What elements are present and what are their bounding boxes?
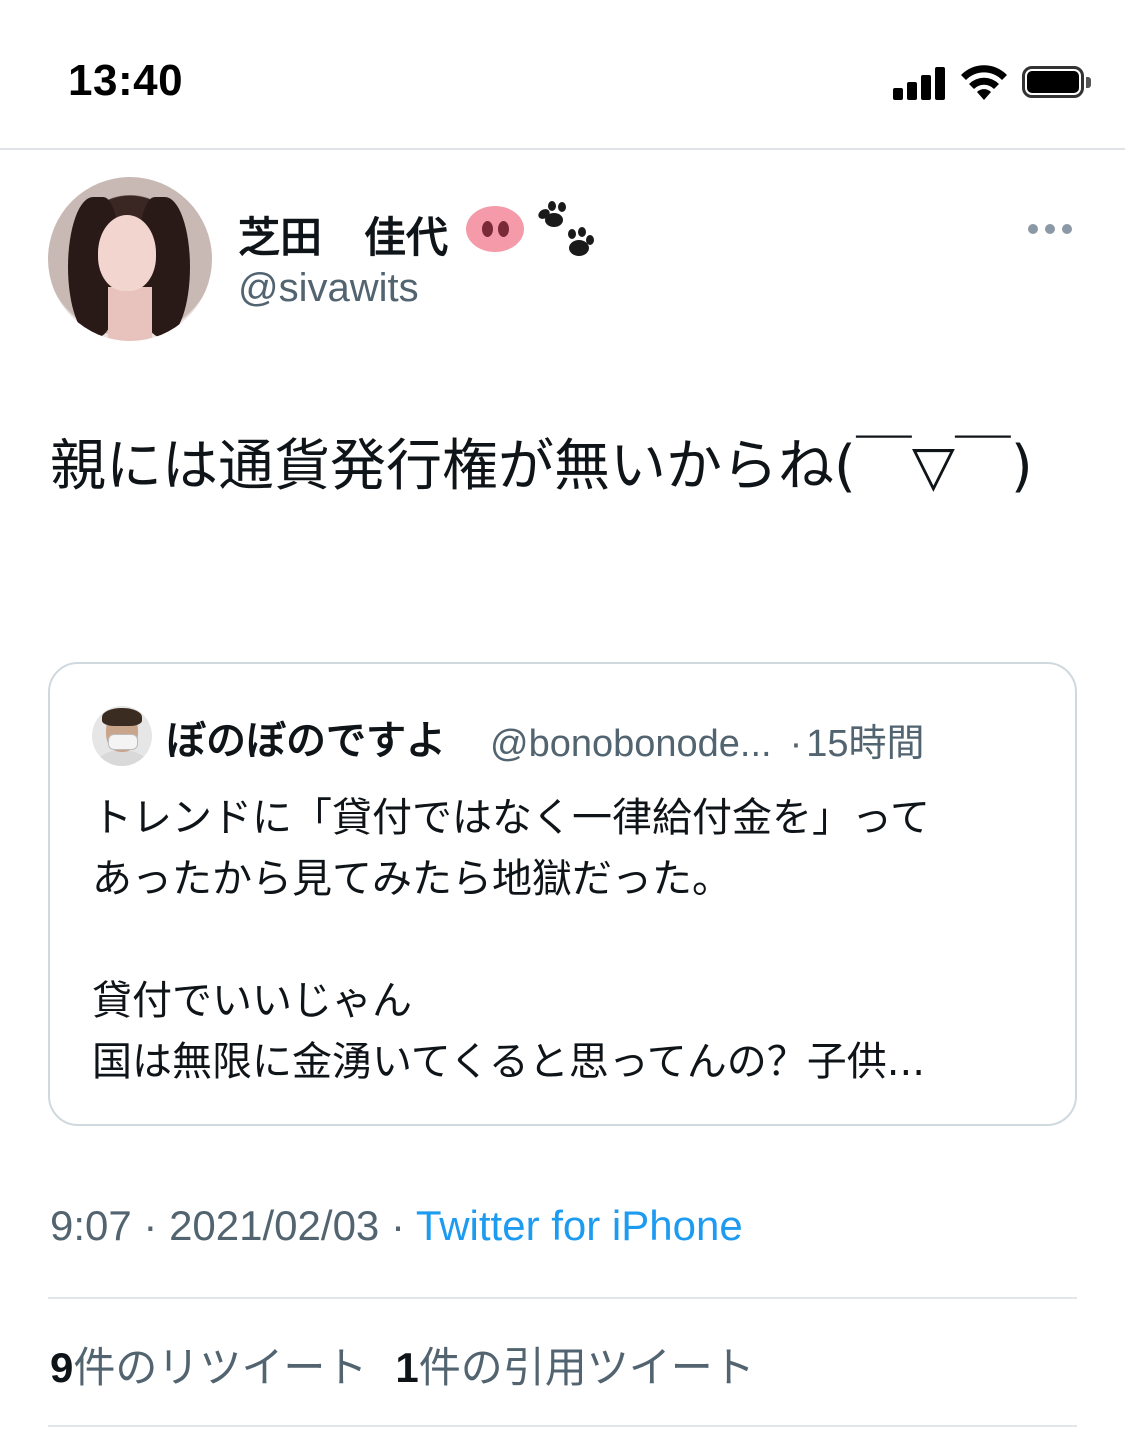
quote-count: 1 xyxy=(395,1344,419,1391)
tweet-time: 9:07 xyxy=(50,1202,132,1249)
quoted-author-avatar xyxy=(92,706,152,766)
author-avatar[interactable] xyxy=(48,177,212,341)
status-bar: 13:40 xyxy=(0,0,1125,150)
pig-nose-icon xyxy=(466,206,524,252)
separator-dot: · xyxy=(789,723,803,765)
author-display-name[interactable]: 芝田 佳代 xyxy=(238,204,448,265)
paw-prints-icon xyxy=(538,201,594,256)
author-username[interactable]: @sivawits xyxy=(238,266,419,311)
quoted-tweet-text: トレンドに「貸付ではなく一律給付金を」って あったから見てみたら地獄だった。 貸… xyxy=(92,788,1052,1093)
quoted-time-ago: 15時間 xyxy=(806,723,925,765)
status-time: 13:40 xyxy=(68,56,184,105)
quoted-text-line: 国は無限に金湧いてくると思ってんの？子供... xyxy=(92,1039,925,1085)
tweet-timestamp-line: 9:07 · 2021/02/03 · Twitter for iPhone xyxy=(50,1202,743,1250)
retweets-stat[interactable]: 9件のリツイート xyxy=(50,1343,367,1392)
cellular-signal-icon xyxy=(893,66,945,100)
more-horizontal-icon[interactable] xyxy=(1028,224,1072,236)
quoted-text-line: トレンドに「貸付ではなく一律給付金を」って xyxy=(92,795,930,841)
wifi-icon xyxy=(961,65,1007,100)
quote-label: 件の引用ツイート xyxy=(418,1343,755,1392)
quoted-tweet-card[interactable]: ぼのぼのですよ @bonobonode... · 15時間 トレンドに「貸付ではなく… xyxy=(48,662,1077,1126)
quoted-meta: @bonobonode... · 15時間 xyxy=(490,712,925,767)
battery-icon xyxy=(1022,66,1092,100)
divider xyxy=(48,1297,1077,1299)
retweet-count: 9 xyxy=(50,1344,74,1391)
tweet-text: 親には通貨発行権が無いからね(￣▽￣) xyxy=(50,434,1033,499)
retweet-label: 件のリツイート xyxy=(73,1343,368,1392)
quotes-stat[interactable]: 1件の引用ツイート xyxy=(395,1343,754,1392)
tweet-source-link[interactable]: Twitter for iPhone xyxy=(416,1202,743,1249)
separator-dot: · xyxy=(143,1202,170,1249)
quoted-text-line: 貸付でいいじゃん xyxy=(92,978,412,1024)
quoted-author-name: ぼのぼのですよ xyxy=(166,719,446,763)
separator-dot: · xyxy=(390,1202,416,1249)
divider xyxy=(48,1425,1077,1427)
quoted-author-handle: @bonobonode... xyxy=(490,723,772,765)
tweet-date: 2021/02/03 xyxy=(169,1202,380,1249)
quoted-text-line xyxy=(92,910,1052,971)
tweet-stats: 9件のリツイート 1件の引用ツイート xyxy=(50,1334,755,1395)
quoted-text-line: あったから見てみたら地獄だった。 xyxy=(92,856,732,902)
